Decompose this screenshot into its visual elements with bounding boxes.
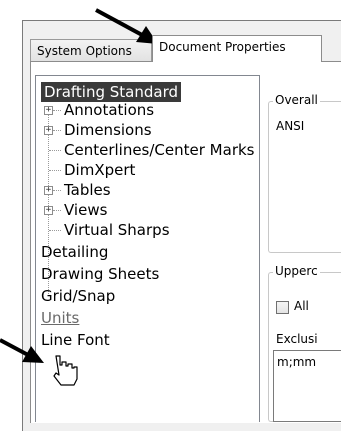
tree-item-units[interactable]: Units	[41, 308, 79, 328]
tree-item-tables[interactable]: Tables	[64, 180, 111, 200]
tab-system-options[interactable]: System Options	[30, 39, 152, 62]
overall-standard-value[interactable]: ANSI	[276, 119, 304, 133]
tree-item-drawing-sheets[interactable]: Drawing Sheets	[41, 264, 159, 284]
exclusion-value: m;mm	[277, 355, 317, 369]
tree-branch	[49, 170, 61, 171]
tree-branch	[49, 150, 61, 151]
tab-document-properties[interactable]: Document Properties	[152, 35, 322, 62]
tree-item-drafting-standard[interactable]: Drafting Standard	[41, 82, 182, 102]
properties-tree: Drafting Standard + Annotations + Dimens…	[35, 75, 260, 422]
tree-branch	[53, 130, 61, 131]
tree-item-annotations[interactable]: Annotations	[64, 100, 154, 120]
tree-branch	[53, 190, 61, 191]
overall-group-label: Overall	[273, 93, 320, 107]
tree-item-virtual-sharps[interactable]: Virtual Sharps	[64, 220, 170, 240]
expand-plus-icon[interactable]: +	[44, 126, 53, 135]
all-uppercase-checkbox[interactable]	[276, 301, 289, 314]
tree-branch	[49, 230, 61, 231]
uppercase-group-label: Upperc	[273, 264, 320, 278]
tree-branch	[53, 110, 61, 111]
tree-item-line-font[interactable]: Line Font	[41, 330, 110, 350]
all-checkbox-label: All	[294, 299, 309, 313]
tree-item-centerlines-center-marks[interactable]: Centerlines/Center Marks	[64, 140, 254, 160]
tree-item-dimxpert[interactable]: DimXpert	[64, 160, 135, 180]
exclusion-label: Exclusi	[276, 332, 318, 346]
expand-plus-icon[interactable]: +	[44, 106, 53, 115]
expand-plus-icon[interactable]: +	[44, 206, 53, 215]
tree-item-detailing[interactable]: Detailing	[41, 242, 108, 262]
tree-item-grid-snap[interactable]: Grid/Snap	[41, 286, 115, 306]
tree-item-views[interactable]: Views	[64, 200, 107, 220]
tree-item-dimensions[interactable]: Dimensions	[64, 120, 152, 140]
tree-branch	[53, 210, 61, 211]
expand-plus-icon[interactable]: +	[44, 186, 53, 195]
